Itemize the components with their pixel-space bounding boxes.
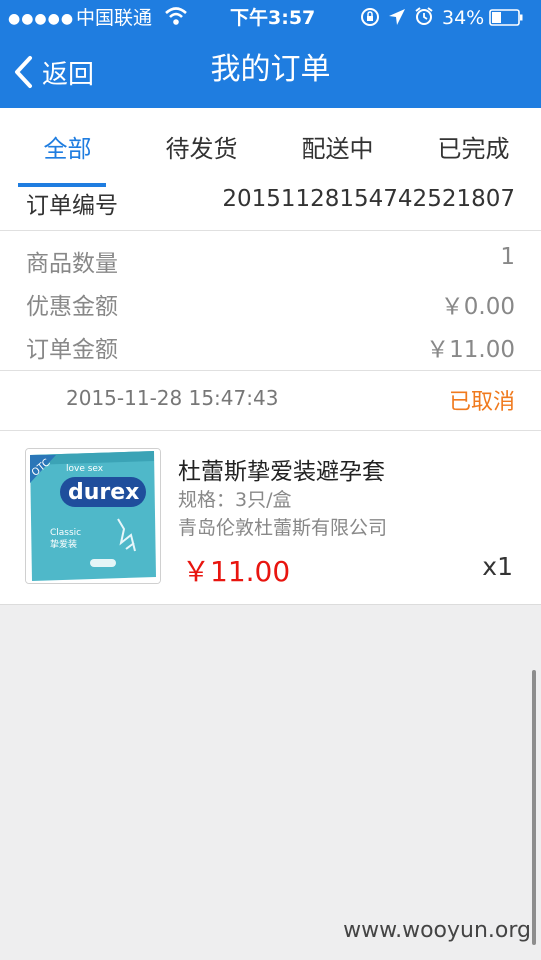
watermark: www.wooyun.org	[343, 918, 531, 943]
product-price: ￥11.00	[182, 555, 291, 588]
discount-label: 优惠金额	[26, 294, 118, 320]
order-status-badge: 已取消	[448, 390, 515, 415]
divider	[0, 430, 541, 431]
tab-all[interactable]: 全部	[0, 108, 135, 188]
quantity-label: 商品数量	[26, 251, 118, 277]
tab-in-delivery[interactable]: 配送中	[270, 108, 405, 188]
battery-icon	[489, 9, 523, 26]
divider	[0, 370, 541, 371]
battery-percent: 34%	[442, 7, 485, 29]
product-name[interactable]: 杜蕾斯挚爱装避孕套	[178, 452, 385, 486]
status-time: 下午3:57	[230, 7, 316, 29]
page-title: 我的订单	[210, 52, 331, 87]
tab-pending-shipment[interactable]: 待发货	[134, 108, 269, 188]
rotation-lock-icon	[361, 8, 379, 26]
order-datetime: 2015-11-28 15:47:43	[66, 386, 279, 410]
product-box-image: OTC love sex durex Classic 挚爱装	[26, 449, 160, 583]
thumb-brand: durex	[68, 480, 139, 505]
carrier-name: 中国联通	[76, 7, 153, 29]
product-quantity: x1	[482, 552, 513, 581]
wifi-icon	[165, 7, 187, 25]
quantity-value: 1	[500, 244, 515, 270]
thumb-line: Classic	[50, 528, 81, 538]
location-arrow-icon	[389, 9, 405, 25]
product-spec: 规格：3只/盒	[178, 489, 292, 511]
alarm-clock-icon	[415, 7, 433, 25]
amount-label: 订单金额	[26, 337, 118, 363]
thumb-tagline: love sex	[66, 464, 104, 474]
status-bar: ●●●●● 中国联通 下午3:57 34%	[0, 0, 541, 36]
app-header: ●●●●● 中国联通 下午3:57 34% 返回 我的订单	[0, 0, 541, 108]
amount-value: ￥11.00	[426, 337, 515, 363]
order-card[interactable]: 订单编号 20151128154742521807 商品数量 1 优惠金额 ￥0…	[0, 186, 541, 605]
divider	[0, 230, 541, 231]
discount-value: ￥0.00	[440, 294, 515, 320]
tab-completed[interactable]: 已完成	[406, 108, 541, 188]
product-manufacturer: 青岛伦敦杜蕾斯有限公司	[178, 517, 388, 539]
scrollbar[interactable]	[532, 670, 536, 945]
signal-strength: ●●●●●	[8, 11, 75, 27]
product-thumbnail[interactable]: OTC love sex durex Classic 挚爱装	[25, 448, 161, 584]
order-number-label: 订单编号	[26, 193, 118, 219]
thumb-cn: 挚爱装	[50, 538, 77, 550]
order-number: 20151128154742521807	[222, 186, 515, 212]
order-tabs: 全部 待发货 配送中 已完成	[0, 108, 541, 188]
